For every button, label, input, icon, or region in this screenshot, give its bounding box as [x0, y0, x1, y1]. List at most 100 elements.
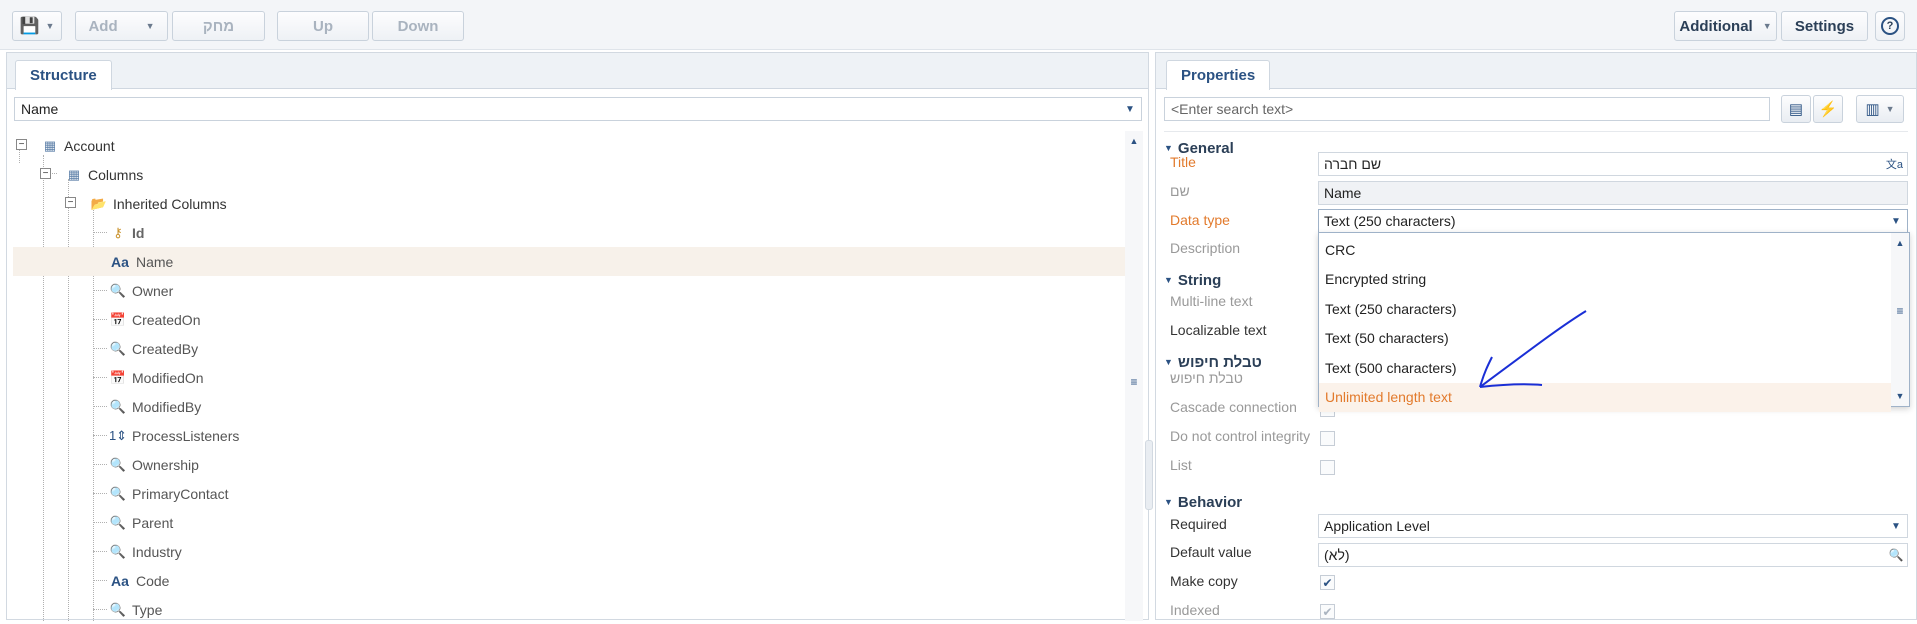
events-icon[interactable]: ⚡	[1813, 95, 1843, 123]
tab-properties[interactable]: Properties	[1166, 60, 1271, 90]
title-label: Title	[1170, 154, 1196, 170]
help-button[interactable]: ?	[1875, 11, 1905, 41]
translate-icon[interactable]: 文a	[1886, 156, 1903, 172]
tree-node-primarycontact[interactable]: 🔍 PrimaryContact	[13, 479, 1127, 508]
data-type-value: Text (250 characters)	[1324, 213, 1456, 229]
key-icon: ⚷	[113, 224, 123, 240]
tree-node-parent[interactable]: 🔍 Parent	[13, 508, 1127, 537]
up-button[interactable]: Up	[277, 11, 369, 41]
tree-node-modifiedby[interactable]: 🔍 ModifiedBy	[13, 392, 1127, 421]
tab-structure-label: Structure	[30, 67, 97, 84]
lookup-icon: 🔍	[109, 485, 127, 501]
add-button[interactable]: Add ▼	[75, 11, 168, 41]
dropdown-option[interactable]: Unlimited length text	[1319, 382, 1891, 412]
settings-button[interactable]: Settings	[1781, 11, 1868, 41]
code-value: Name	[1324, 185, 1362, 201]
tree-node-processlisteners[interactable]: 1⇕ ProcessListeners	[13, 421, 1127, 450]
make-copy-checkbox[interactable]: ✔	[1320, 575, 1335, 590]
tree-node-ownership[interactable]: 🔍 Ownership	[13, 450, 1127, 479]
tree-node-account[interactable]: ▦ Account	[41, 131, 341, 160]
section-behavior[interactable]: ▼ Behavior	[1164, 491, 1242, 513]
lookup-icon: 🔍	[109, 340, 127, 356]
collapse-toggle[interactable]: −	[65, 197, 76, 208]
chevron-down-icon: ▼	[145, 21, 155, 31]
data-type-dropdown[interactable]: CRC Encrypted string Text (250 characters)…	[1318, 232, 1910, 412]
tab-structure[interactable]: Structure	[15, 60, 112, 90]
scroll-down-icon[interactable]: ▼	[1892, 388, 1908, 404]
dropdown-scrollbar[interactable]: ▲ ≡ ▼	[1891, 233, 1909, 406]
chevron-down-icon[interactable]: ▼	[1885, 210, 1907, 232]
chevron-down-icon: ▼	[1164, 357, 1173, 367]
structure-scrollbar[interactable]: ▲ ≡	[1125, 131, 1143, 621]
chevron-down-icon[interactable]: ▼	[1885, 515, 1907, 537]
structure-tabbar: Structure	[7, 53, 1148, 90]
tree-node-label: Name	[136, 253, 174, 270]
dropdown-option[interactable]: Text (500 characters)	[1319, 353, 1891, 382]
search-icon[interactable]: 🔍	[1885, 544, 1907, 566]
multiline-label: Multi-line text	[1170, 293, 1253, 309]
panel-splitter[interactable]	[1145, 440, 1153, 510]
chevron-down-icon: ▼	[1762, 21, 1772, 31]
tree-node-name[interactable]: Aa Name	[13, 247, 1127, 276]
section-lookup-label: טבלת חיפוש	[1177, 353, 1262, 371]
collapse-toggle[interactable]: −	[40, 168, 51, 179]
tree-node-createdon[interactable]: 📅 CreatedOn	[13, 305, 1127, 334]
help-icon: ?	[1881, 17, 1899, 35]
chevron-down-icon: ▼	[1164, 497, 1173, 507]
lookup-label: טבלת חיפוש	[1170, 370, 1243, 386]
collapse-toggle[interactable]: −	[16, 139, 27, 150]
no-integrity-checkbox[interactable]	[1320, 431, 1335, 446]
search-placeholder: <Enter search text>	[1171, 101, 1294, 117]
lookup-icon: 🔍	[109, 282, 127, 298]
tree-node-id[interactable]: ⚷ Id	[13, 218, 1127, 247]
indexed-checkbox[interactable]: ✔	[1320, 604, 1335, 619]
default-value-value: (לא)	[1324, 547, 1350, 563]
properties-search-input[interactable]: <Enter search text>	[1164, 97, 1770, 121]
tree-node-label: CreatedOn	[132, 311, 201, 328]
dropdown-option[interactable]: Text (250 characters)	[1319, 294, 1891, 323]
section-string[interactable]: ▼ String	[1164, 269, 1221, 291]
additional-button[interactable]: Additional ▼	[1674, 11, 1777, 41]
tree-node-inherited-columns[interactable]: 📂 Inherited Columns	[90, 189, 390, 218]
dropdown-option[interactable]: Text (50 characters)	[1319, 324, 1891, 353]
chevron-down-icon[interactable]: ▼	[1119, 98, 1141, 120]
tree-node-columns[interactable]: ▦ Columns	[65, 160, 365, 189]
scroll-up-icon[interactable]: ▲	[1126, 133, 1142, 149]
integer-icon: 1⇕	[108, 427, 128, 443]
default-value-label: Default value	[1170, 544, 1252, 560]
code-label: שם	[1170, 183, 1190, 199]
tree-node-industry[interactable]: 🔍 Industry	[13, 537, 1127, 566]
columns-view-icon[interactable]: ▥ ▼	[1856, 95, 1904, 123]
dropdown-option[interactable]: Encrypted string	[1319, 265, 1891, 294]
scroll-thumb-icon[interactable]: ≡	[1892, 303, 1908, 319]
tree-node-label: Code	[136, 572, 170, 589]
title-field[interactable]: שם חברה 文a	[1318, 152, 1908, 176]
tree-node-createdby[interactable]: 🔍 CreatedBy	[13, 334, 1127, 363]
tree-node-label: Ownership	[132, 456, 199, 473]
title-value: שם חברה	[1324, 156, 1382, 172]
datetime-icon: 📅	[109, 369, 127, 385]
default-value-field[interactable]: (לא) 🔍	[1318, 543, 1908, 567]
data-type-select[interactable]: Text (250 characters) ▼	[1318, 209, 1908, 233]
tree-node-label: Id	[132, 224, 145, 241]
code-field[interactable]: Name	[1318, 181, 1908, 205]
grid-view-icon[interactable]: ▤	[1781, 95, 1811, 123]
dropdown-option[interactable]: CRC	[1319, 235, 1891, 264]
tree-node-label: Columns	[88, 166, 144, 183]
delete-button[interactable]: מחק	[172, 11, 265, 41]
structure-filter-select[interactable]: Name ▼	[14, 97, 1142, 121]
save-button[interactable]: 💾 ▼	[12, 11, 62, 41]
required-select[interactable]: Application Level ▼	[1318, 514, 1908, 538]
list-checkbox[interactable]	[1320, 460, 1335, 475]
save-icon: 💾	[19, 18, 40, 35]
structure-filter-value: Name	[21, 101, 59, 117]
tree-node-modifiedon[interactable]: 📅 ModifiedOn	[13, 363, 1127, 392]
scroll-thumb-icon[interactable]: ≡	[1126, 374, 1142, 390]
scroll-up-icon[interactable]: ▲	[1892, 235, 1908, 251]
tree-node-code[interactable]: Aa Code	[13, 566, 1127, 595]
tree-node-owner[interactable]: 🔍 Owner	[13, 276, 1127, 305]
down-button[interactable]: Down	[372, 11, 464, 41]
data-type-label: Data type	[1170, 212, 1230, 228]
tree-node-label: Account	[64, 137, 115, 154]
required-label: Required	[1170, 516, 1227, 532]
